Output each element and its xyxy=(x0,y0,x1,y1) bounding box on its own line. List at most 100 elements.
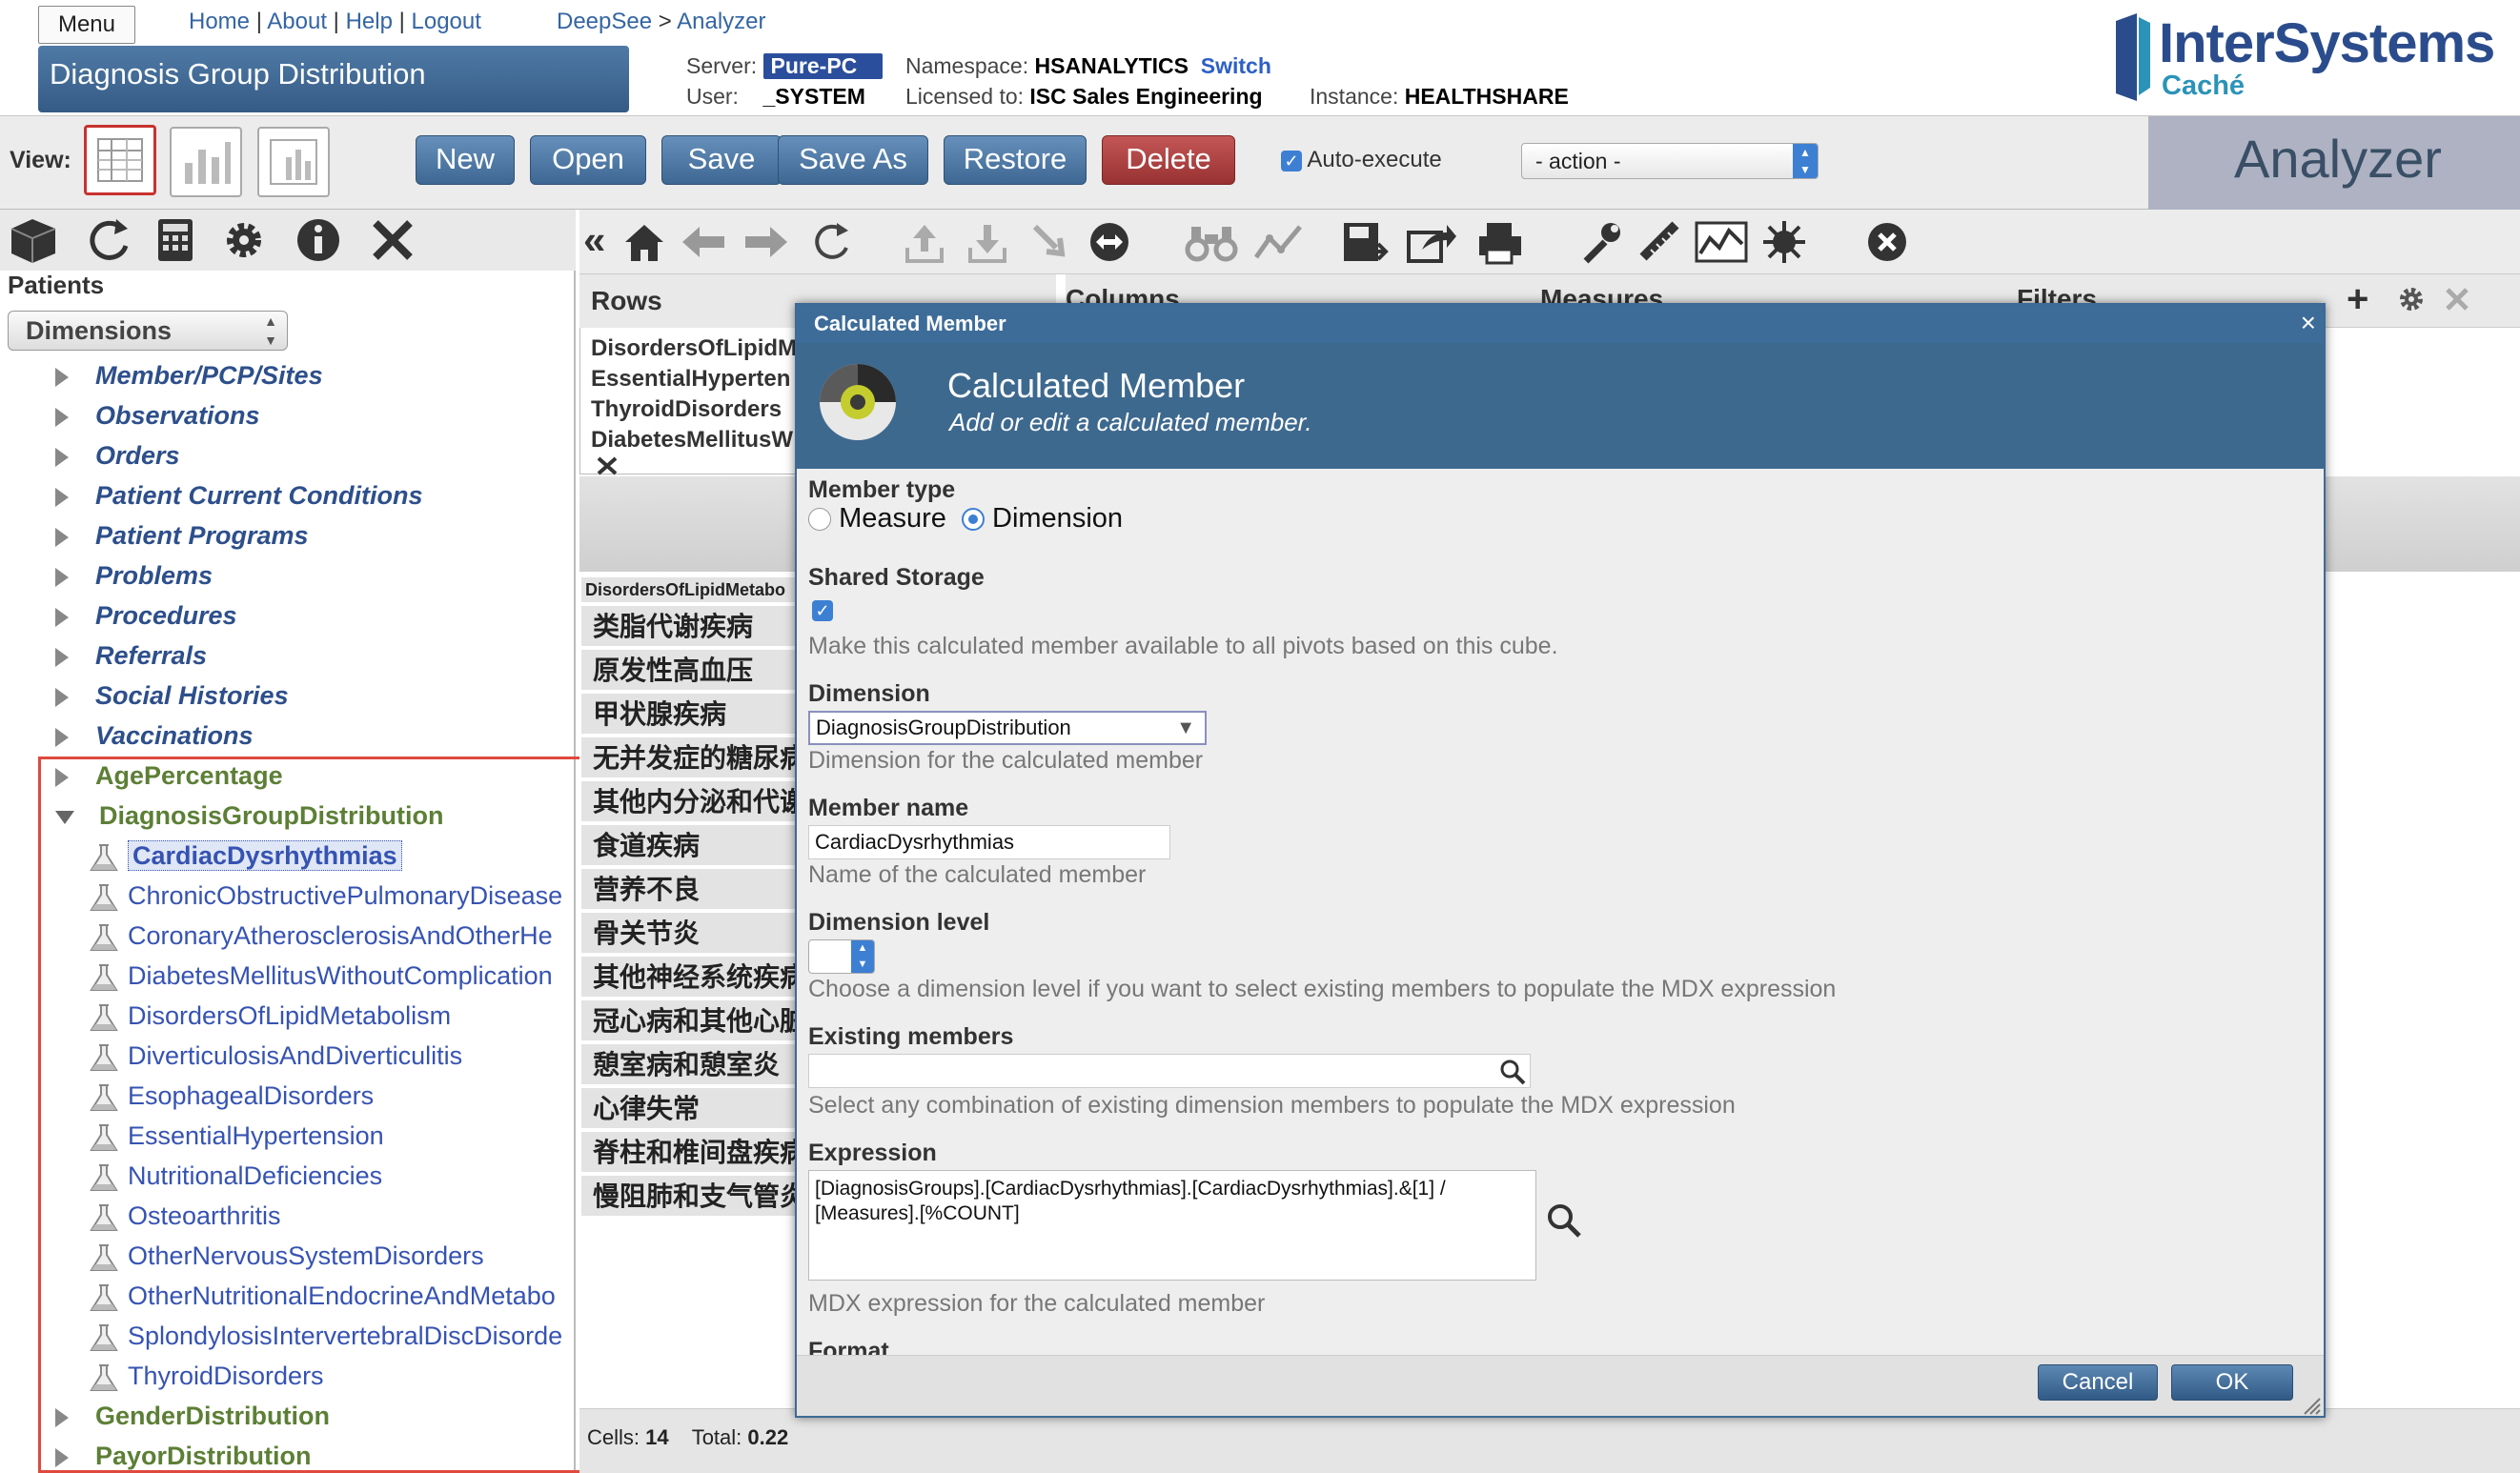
save-button[interactable]: Save xyxy=(661,135,782,185)
ok-button[interactable]: OK xyxy=(2171,1364,2293,1401)
info-icon[interactable] xyxy=(294,215,343,265)
tree-dimension-item[interactable]: Observations xyxy=(0,395,574,435)
gear-icon[interactable] xyxy=(2396,284,2427,314)
calculator-icon[interactable] xyxy=(154,215,196,265)
tree-dimension-item[interactable]: Procedures xyxy=(0,595,574,636)
breadcrumb-deepsee[interactable]: DeepSee xyxy=(557,9,652,34)
auto-execute-checkbox[interactable]: ✓ xyxy=(1281,150,1302,172)
cancel-button[interactable]: Cancel xyxy=(2038,1364,2158,1401)
open-button[interactable]: Open xyxy=(530,135,646,185)
help-link[interactable]: Help xyxy=(346,9,393,34)
dimension-label[interactable]: Patient Programs xyxy=(95,521,309,550)
rows-item[interactable]: EssentialHyperten xyxy=(591,366,790,393)
expand-triangle-icon[interactable] xyxy=(55,447,69,467)
burst-icon[interactable] xyxy=(1761,219,1807,265)
swap-axes-icon[interactable] xyxy=(1087,219,1132,265)
expand-triangle-icon[interactable] xyxy=(55,487,69,507)
grid-row-label[interactable]: 憩室病和憩室炎 xyxy=(581,1044,797,1086)
breadcrumb-analyzer[interactable]: Analyzer xyxy=(677,9,765,34)
ruler-icon[interactable] xyxy=(1637,219,1683,265)
grid-row-label[interactable]: 其他内分泌和代谢 xyxy=(581,781,797,823)
search-icon[interactable] xyxy=(1546,1202,1582,1239)
auto-execute-toggle[interactable]: ✓ Auto-execute xyxy=(1281,147,1442,173)
gear-icon[interactable] xyxy=(219,215,269,265)
measure-radio[interactable] xyxy=(808,508,831,532)
home-link[interactable]: Home xyxy=(189,9,250,34)
share-icon[interactable] xyxy=(1405,219,1458,265)
dimension-label[interactable]: Orders xyxy=(95,441,180,470)
cube-icon[interactable] xyxy=(6,215,59,265)
dimension-label[interactable]: Observations xyxy=(95,401,260,430)
about-link[interactable]: About xyxy=(267,9,327,34)
tree-dimension-item[interactable]: Problems xyxy=(0,555,574,595)
add-filter-icon[interactable]: + xyxy=(2347,278,2368,321)
dimension-label[interactable]: Social Histories xyxy=(95,681,289,710)
measure-option-label[interactable]: Measure xyxy=(839,503,946,534)
expand-triangle-icon[interactable] xyxy=(55,367,69,387)
dimension-option-label[interactable]: Dimension xyxy=(992,503,1123,534)
wrench-icon[interactable] xyxy=(1578,219,1624,265)
back-arrow-icon[interactable] xyxy=(679,219,728,265)
save-as-button[interactable]: Save As xyxy=(778,135,928,185)
remove-row-icon[interactable] xyxy=(595,455,620,476)
menu-button[interactable]: Menu xyxy=(38,6,135,44)
delete-button[interactable]: Delete xyxy=(1102,135,1235,185)
logout-link[interactable]: Logout xyxy=(412,9,481,34)
download-icon[interactable] xyxy=(965,219,1010,265)
dialog-title-bar[interactable]: Calculated Member xyxy=(797,305,2324,343)
remove-icon[interactable] xyxy=(2442,284,2472,314)
chart-view-button[interactable] xyxy=(170,127,242,197)
new-button[interactable]: New xyxy=(416,135,515,185)
tree-dimension-item[interactable]: Patient Programs xyxy=(0,515,574,555)
chart-options-icon[interactable] xyxy=(1695,219,1748,265)
expand-triangle-icon[interactable] xyxy=(55,607,69,627)
printer-icon[interactable] xyxy=(1475,219,1525,265)
grid-row-label[interactable]: 原发性高血压 xyxy=(581,650,797,692)
grid-row-label[interactable]: 类脂代谢疾病 xyxy=(581,606,797,648)
restore-button[interactable]: Restore xyxy=(944,135,1087,185)
expand-triangle-icon[interactable] xyxy=(55,407,69,427)
resize-handle-icon[interactable] xyxy=(2301,1395,2322,1416)
close-icon[interactable] xyxy=(368,215,417,265)
rows-item[interactable]: ThyroidDisorders xyxy=(591,396,782,423)
grid-row-label[interactable]: 脊柱和椎间盘疾病 xyxy=(581,1132,797,1174)
grid-row-label[interactable]: 无并发症的糖尿病 xyxy=(581,737,797,779)
expression-textarea[interactable]: [DiagnosisGroups].[CardiacDysrhythmias].… xyxy=(808,1170,1536,1281)
dimension-label[interactable]: Patient Current Conditions xyxy=(95,481,423,510)
dimension-select[interactable]: DiagnosisGroupDistribution ▼ xyxy=(808,711,1207,745)
dimension-radio[interactable] xyxy=(961,508,985,532)
member-name-input[interactable]: CardiacDysrhythmias xyxy=(808,825,1170,859)
combo-view-button[interactable] xyxy=(257,127,330,197)
export-icon[interactable] xyxy=(902,219,947,265)
grid-row-label[interactable]: 食道疾病 xyxy=(581,825,797,867)
dimension-label[interactable]: Procedures xyxy=(95,601,237,630)
grid-row-label[interactable]: 营养不良 xyxy=(581,869,797,911)
search-icon[interactable] xyxy=(1499,1059,1526,1085)
table-view-button[interactable] xyxy=(84,125,156,195)
expand-triangle-icon[interactable] xyxy=(55,527,69,547)
home-icon[interactable] xyxy=(621,219,667,265)
save-query-icon[interactable] xyxy=(1340,219,1390,265)
forward-arrow-icon[interactable] xyxy=(742,219,791,265)
shared-storage-checkbox[interactable]: ✓ xyxy=(812,600,833,621)
expand-triangle-icon[interactable] xyxy=(55,647,69,667)
grid-row-label[interactable]: 骨关节炎 xyxy=(581,913,797,955)
tree-dimension-item[interactable]: Orders xyxy=(0,435,574,475)
collapse-panel-icon[interactable]: « xyxy=(583,217,605,263)
binoculars-icon[interactable] xyxy=(1184,219,1239,265)
tree-dimension-item[interactable]: Social Histories xyxy=(0,676,574,716)
tree-dimension-item[interactable]: Referrals xyxy=(0,636,574,676)
grid-row-label[interactable]: 甲状腺疾病 xyxy=(581,694,797,736)
existing-members-input[interactable] xyxy=(808,1054,1531,1088)
grid-column-header[interactable]: DisordersOfLipidMetabo xyxy=(581,577,797,602)
rows-item[interactable]: DisordersOfLipidM xyxy=(591,335,797,362)
expand-triangle-icon[interactable] xyxy=(55,687,69,707)
dimension-label[interactable]: Referrals xyxy=(95,641,207,670)
dimension-label[interactable]: Vaccinations xyxy=(95,721,254,750)
tree-dimension-item[interactable]: Patient Current Conditions xyxy=(0,475,574,515)
rows-item[interactable]: DiabetesMellitusW xyxy=(591,427,793,454)
grid-row-label[interactable]: 慢阻肺和支气管炎 xyxy=(581,1176,797,1218)
switch-link[interactable]: Switch xyxy=(1201,53,1271,78)
grid-row-label[interactable]: 其他神经系统疾病 xyxy=(581,957,797,999)
dimension-label[interactable]: Problems xyxy=(95,561,213,590)
